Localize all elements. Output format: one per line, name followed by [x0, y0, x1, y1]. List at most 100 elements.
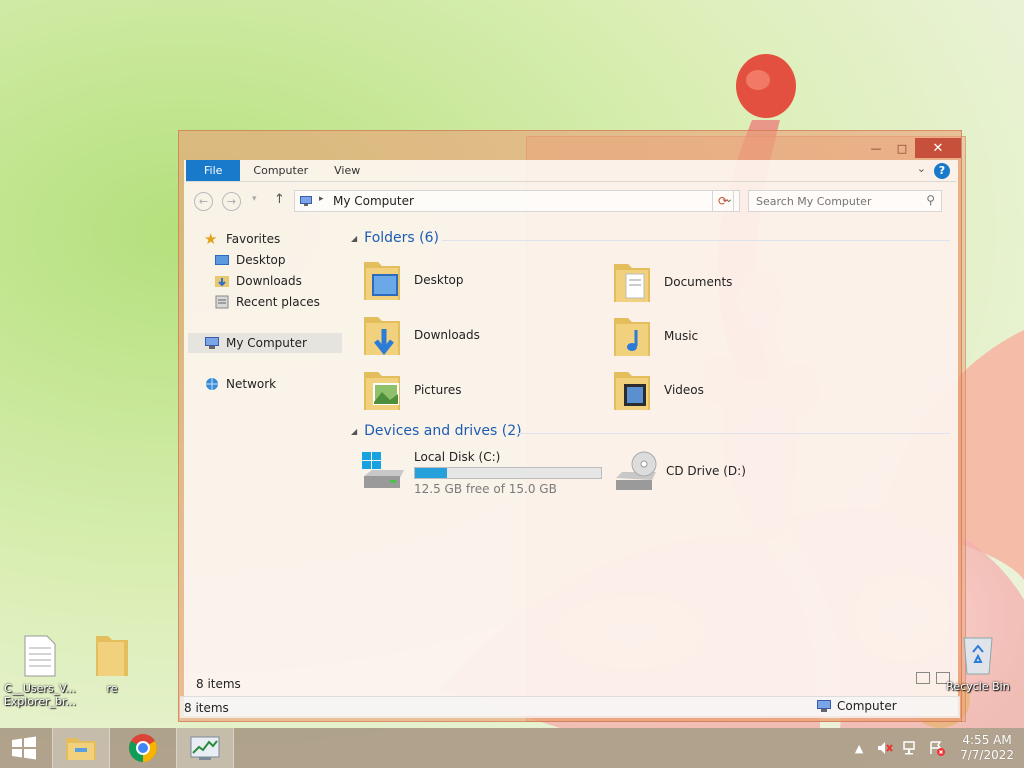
desktop-icon: [215, 255, 229, 265]
desktop-icon-label: re: [106, 682, 118, 695]
taskbar-task-manager[interactable]: [176, 728, 234, 768]
status-location: Computer: [816, 699, 897, 713]
taskbar-chrome[interactable]: [114, 728, 172, 768]
group-title: Devices and drives (2): [364, 423, 522, 439]
status-item-count-back: 8 items: [184, 701, 229, 715]
desktop-icon-text-file[interactable]: C__Users_V... Explorer_br...: [2, 634, 78, 708]
group-divider: [516, 433, 950, 434]
folder-item-desktop[interactable]: Desktop: [362, 254, 464, 306]
folder-item-music[interactable]: Music: [612, 310, 698, 362]
folder-label: Documents: [664, 275, 733, 289]
sidebar-item-label: Favorites: [226, 232, 281, 246]
cd-drive-icon: [616, 451, 657, 490]
clock-date: 7/7/2022: [960, 748, 1014, 762]
show-hidden-icons-icon[interactable]: ▲: [850, 740, 868, 756]
drive-free-space: 12.5 GB free of 15.0 GB: [414, 482, 557, 496]
sidebar-item-favorites[interactable]: ★ Favorites: [204, 229, 280, 249]
chrome-icon: [129, 734, 157, 762]
collapse-arrow-icon[interactable]: ◢: [351, 234, 357, 243]
windows-start-icon[interactable]: [6, 734, 42, 762]
minimize-button[interactable]: —: [863, 138, 889, 158]
caption-buttons: — □ ✕: [863, 138, 961, 158]
folder-icon: [96, 636, 128, 676]
maximize-button[interactable]: □: [889, 138, 915, 158]
recent-locations-icon[interactable]: ▾: [252, 194, 257, 204]
status-bar: 8 items Computer: [180, 696, 960, 718]
drive-item-local-disk[interactable]: Local Disk (C:) 12.5 GB free of 15.0 GB: [360, 450, 602, 496]
folder-item-videos[interactable]: Videos: [612, 364, 704, 416]
tab-file[interactable]: File: [186, 160, 241, 181]
sidebar-item-label: Network: [226, 377, 277, 391]
collapse-arrow-icon[interactable]: ◢: [351, 427, 357, 436]
recent-places-icon: [215, 295, 229, 309]
system-tray: ▲ 4:55 AM 7/7/2022: [850, 728, 1014, 768]
group-header-devices[interactable]: ◢ Devices and drives (2): [351, 423, 522, 439]
drive-usage-bar: [414, 467, 602, 479]
folder-downloads-icon: [364, 317, 400, 356]
group-title: Folders (6): [364, 230, 439, 246]
sidebar-item-label: Desktop: [236, 253, 286, 267]
back-button[interactable]: ←: [194, 192, 213, 211]
task-manager-icon: [190, 736, 220, 760]
desktop-icon-label: Recycle Bin: [946, 680, 1010, 693]
search-icon[interactable]: ⚲: [926, 193, 935, 207]
sidebar-item-my-computer[interactable]: My Computer: [188, 333, 342, 353]
details-view-icon[interactable]: [916, 672, 930, 684]
group-header-folders[interactable]: ◢ Folders (6): [351, 230, 439, 246]
hard-drive-icon: [362, 452, 404, 488]
help-icon[interactable]: ?: [934, 163, 950, 179]
refresh-button[interactable]: ⟳: [712, 190, 734, 212]
status-location-label: Computer: [837, 699, 897, 713]
breadcrumb[interactable]: My Computer: [333, 194, 414, 208]
downloads-folder-icon: [215, 276, 229, 287]
desktop-icon-folder[interactable]: re: [74, 632, 150, 695]
close-button[interactable]: ✕: [915, 138, 961, 158]
up-button[interactable]: ↑: [274, 192, 285, 207]
star-icon: ★: [204, 230, 218, 248]
network-status-icon[interactable]: [902, 740, 920, 756]
sidebar-item-recent-places[interactable]: Recent places: [214, 292, 320, 312]
breadcrumb-chevron-icon[interactable]: ▸: [319, 194, 324, 204]
computer-icon: [300, 196, 312, 206]
folder-item-pictures[interactable]: Pictures: [362, 364, 462, 416]
folder-item-downloads[interactable]: Downloads: [362, 309, 480, 361]
group-divider: [442, 240, 950, 241]
search-box[interactable]: ⚲: [748, 190, 942, 212]
taskbar-file-explorer[interactable]: [52, 728, 110, 768]
text-file-icon: [24, 635, 56, 677]
search-input[interactable]: [749, 191, 909, 211]
action-center-alert-icon[interactable]: [928, 740, 946, 756]
folder-music-icon: [614, 318, 650, 356]
folder-label: Downloads: [414, 328, 480, 342]
volume-muted-icon[interactable]: [876, 740, 894, 756]
tab-computer[interactable]: Computer: [240, 160, 321, 181]
sidebar-item-downloads[interactable]: Downloads: [214, 271, 302, 291]
taskbar-clock[interactable]: 4:55 AM 7/7/2022: [960, 733, 1014, 763]
address-bar[interactable]: ▸ My Computer ⌄: [294, 190, 740, 212]
sidebar-item-label: Recent places: [236, 295, 320, 309]
computer-icon: [817, 700, 831, 712]
tab-view[interactable]: View: [321, 160, 373, 181]
desktop-icon-label: C__Users_V... Explorer_br...: [3, 682, 77, 708]
ribbon-tabs: File Computer View ⌄ ?: [186, 160, 956, 182]
taskbar: ▲ 4:55 AM 7/7/2022: [0, 728, 1024, 768]
sidebar-item-desktop[interactable]: Desktop: [214, 250, 286, 270]
folder-pictures-icon: [364, 372, 400, 410]
sidebar-item-network[interactable]: Network: [204, 374, 276, 394]
forward-button[interactable]: →: [222, 192, 241, 211]
folder-label: Pictures: [414, 383, 462, 397]
computer-icon: [205, 337, 219, 349]
sidebar-item-label: Downloads: [236, 274, 302, 288]
file-explorer-icon: [66, 738, 96, 760]
drive-item-cd-drive[interactable]: CD Drive (D:): [612, 450, 746, 492]
drive-label: Local Disk (C:): [414, 450, 501, 464]
expand-ribbon-icon[interactable]: ⌄: [917, 162, 926, 175]
drive-usage-fill: [415, 468, 447, 478]
sidebar-item-label: My Computer: [226, 336, 307, 350]
network-icon: [206, 378, 218, 390]
folder-item-documents[interactable]: Documents: [612, 256, 732, 308]
drive-label: CD Drive (D:): [666, 464, 746, 478]
desktop-icon-recycle-bin[interactable]: Recycle Bin: [940, 632, 1016, 693]
explorer-client-area: [184, 160, 958, 716]
navigation-bar: ← → ▾ ↑ ▸ My Computer ⌄ ⟳ ⚲: [186, 188, 956, 214]
